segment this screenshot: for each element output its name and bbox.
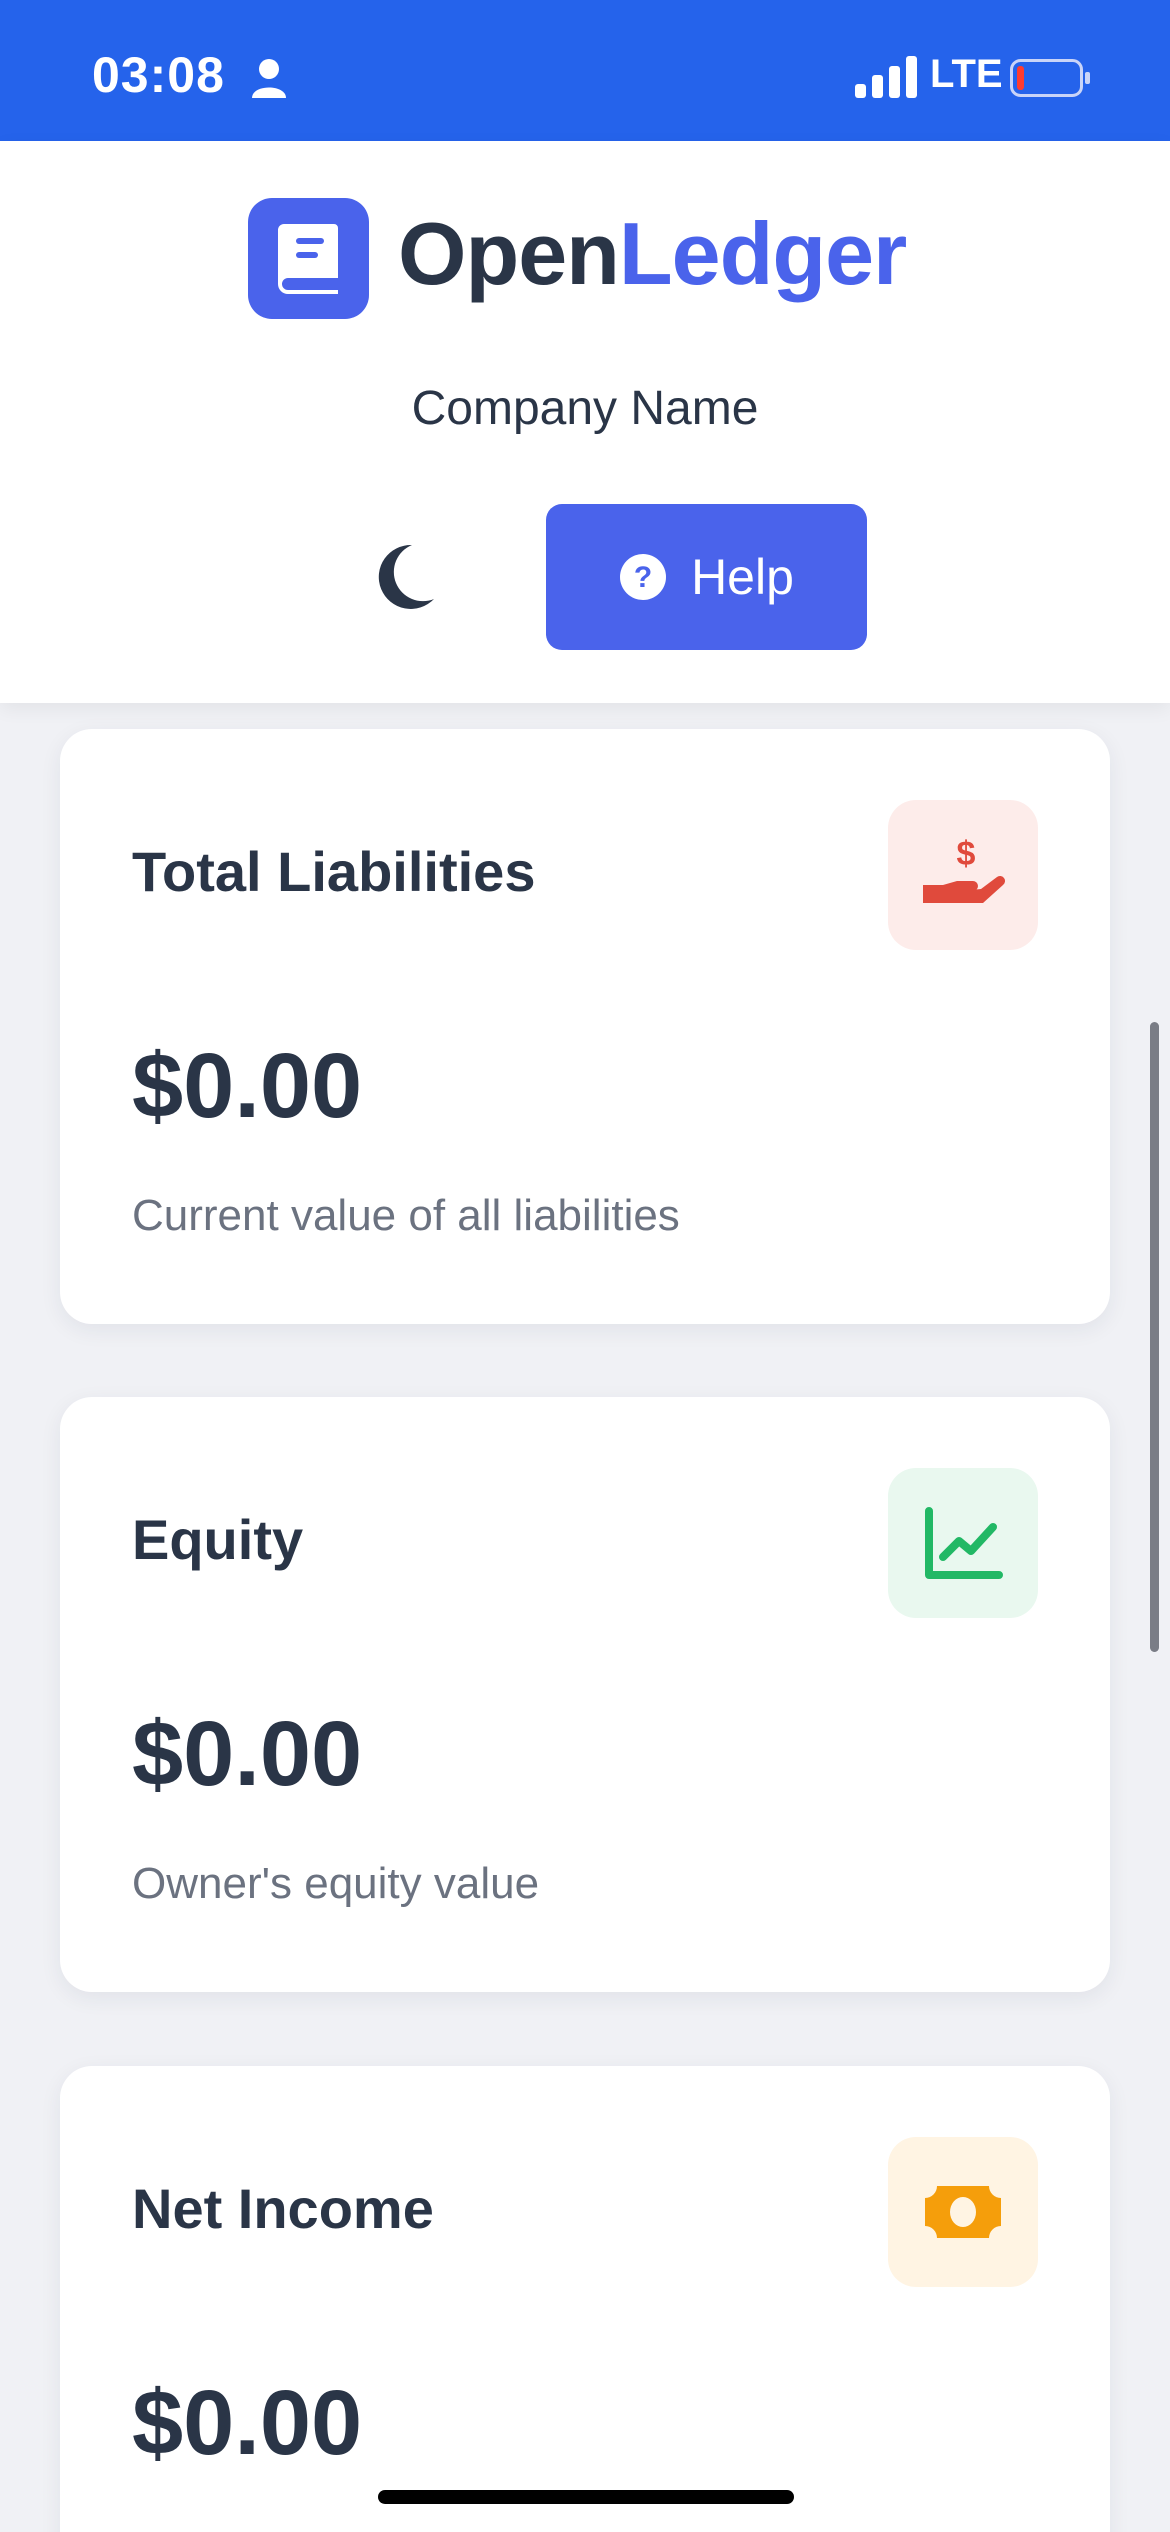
battery-icon [1010,59,1090,97]
help-button[interactable]: ? Help [546,504,867,650]
hand-dollar-icon: $ [923,835,1005,903]
card-description: Owner's equity value [132,1859,540,1908]
card-icon-box: $ [888,800,1038,950]
person-icon [252,59,286,98]
help-label: Help [691,549,794,605]
card-icon-box [888,1468,1038,1618]
signal-icon [855,56,917,98]
company-name: Company Name [411,382,759,435]
app-header: OpenLedger Company Name ? Help [0,141,1170,703]
moon-icon[interactable] [372,543,436,611]
card-icon-box [888,2137,1038,2287]
card-value: $0.00 [132,1035,363,1137]
svg-text:?: ? [634,561,652,594]
card-title: Equity [132,1508,304,1571]
card-value: $0.00 [132,1703,363,1805]
status-bar: 03:08 LTE [0,0,1170,141]
scrollbar[interactable] [1150,1022,1159,1652]
logo [248,198,369,319]
status-time: 03:08 [92,47,225,103]
book-icon [278,224,338,294]
total-liabilities-card: Total Liabilities $ $0.00 Current value … [60,729,1110,1324]
home-indicator[interactable] [378,2490,794,2504]
card-title: Total Liabilities [132,840,536,903]
line-chart-icon [925,1507,1003,1579]
equity-card: Equity $0.00 Owner's equity value [60,1397,1110,1992]
money-bill-icon [925,2186,1001,2238]
card-title: Net Income [132,2177,434,2240]
brand-part-ledger: Ledger [618,204,907,303]
brand-part-open: Open [398,204,620,303]
svg-text:$: $ [957,835,976,873]
card-value: $0.00 [132,2372,363,2474]
net-income-card: Net Income $0.00 [60,2066,1110,2532]
question-circle-icon: ? [620,554,667,600]
brand-name: OpenLedger [398,201,907,307]
network-type: LTE [930,52,1003,96]
card-description: Current value of all liabilities [132,1191,680,1240]
